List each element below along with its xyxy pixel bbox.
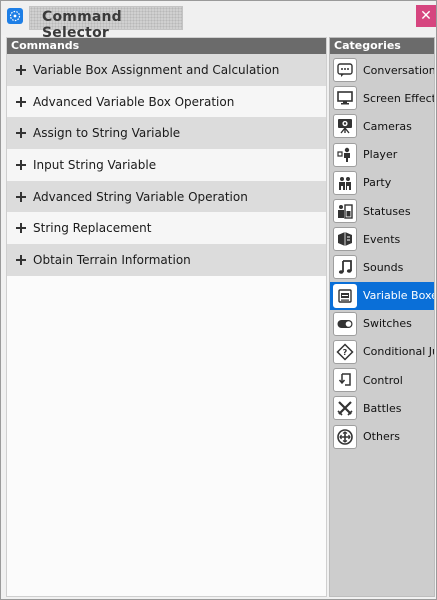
category-statuses[interactable]: Statuses — [330, 197, 434, 225]
category-label: Statuses — [363, 204, 411, 218]
category-label: Control — [363, 373, 403, 387]
command-item[interactable]: Variable Box Assignment and Calculation — [7, 54, 326, 86]
category-label: Variable Boxe — [363, 289, 435, 303]
category-control[interactable]: Control — [330, 366, 434, 394]
command-selector-window: Command Selector ✕ Commands Variable Box… — [0, 0, 437, 600]
plus-icon[interactable] — [16, 191, 26, 202]
category-label: Others — [363, 430, 400, 444]
monitor-icon — [333, 86, 357, 111]
music-note-icon — [333, 255, 357, 280]
toggle-icon — [333, 311, 357, 336]
category-others[interactable]: Others — [330, 422, 434, 450]
category-label: Screen Effects — [363, 91, 435, 105]
category-label: Party — [363, 176, 392, 190]
command-label: Input String Variable — [33, 157, 157, 172]
category-label: Conversation — [363, 63, 435, 77]
category-label: Sounds — [363, 260, 404, 274]
categories-panel: Categories Conversation Screen Effects C… — [329, 37, 435, 597]
categories-list: Conversation Screen Effects Cameras Play… — [330, 54, 434, 451]
category-label: Events — [363, 232, 401, 246]
plus-icon[interactable] — [16, 128, 26, 139]
command-label: Assign to String Variable — [33, 126, 181, 141]
category-label: Conditional Ju — [363, 345, 435, 359]
variable-box-icon — [333, 283, 357, 308]
command-item[interactable]: Input String Variable — [7, 149, 326, 181]
title-bar[interactable]: Command Selector ✕ — [1, 1, 436, 41]
category-sounds[interactable]: Sounds — [330, 253, 434, 281]
category-label: Battles — [363, 401, 402, 415]
category-switches[interactable]: Switches — [330, 310, 434, 338]
command-item[interactable]: String Replacement — [7, 212, 326, 245]
category-screen-effects[interactable]: Screen Effects — [330, 84, 434, 112]
command-item[interactable]: Assign to String Variable — [7, 117, 326, 150]
command-label: Variable Box Assignment and Calculation — [33, 62, 280, 77]
plus-icon[interactable] — [16, 254, 26, 265]
command-label: String Replacement — [33, 221, 152, 236]
commands-panel: Commands Variable Box Assignment and Cal… — [6, 37, 327, 597]
plus-icon[interactable] — [16, 159, 26, 170]
category-label: Cameras — [363, 119, 412, 133]
camera-icon — [333, 114, 357, 139]
commands-header: Commands — [7, 38, 326, 54]
svg-text:?: ? — [343, 348, 348, 357]
category-conversation[interactable]: Conversation — [330, 56, 434, 84]
status-icon — [333, 199, 357, 224]
conditional-icon: ? — [333, 339, 357, 364]
category-battles[interactable]: Battles — [330, 394, 434, 422]
title-plate: Command Selector — [29, 6, 183, 41]
command-item[interactable]: Obtain Terrain Information — [7, 244, 326, 276]
command-label: Advanced Variable Box Operation — [33, 94, 235, 109]
others-icon — [333, 424, 357, 449]
app-icon — [7, 8, 23, 24]
plus-icon[interactable] — [16, 64, 26, 75]
player-icon — [333, 142, 357, 167]
category-cameras[interactable]: Cameras — [330, 112, 434, 140]
command-item[interactable]: Advanced Variable Box Operation — [7, 85, 326, 118]
category-party[interactable]: Party — [330, 169, 434, 197]
command-item[interactable]: Advanced String Variable Operation — [7, 180, 326, 213]
control-icon — [333, 368, 357, 393]
category-events[interactable]: Events — [330, 225, 434, 253]
category-conditional-judgment[interactable]: ? Conditional Ju — [330, 338, 434, 366]
plus-icon[interactable] — [16, 223, 26, 234]
battle-icon — [333, 396, 357, 421]
category-label: Switches — [363, 317, 412, 331]
category-player[interactable]: Player — [330, 141, 434, 169]
category-variable-boxes[interactable]: Variable Boxe — [330, 281, 435, 310]
command-label: Advanced String Variable Operation — [33, 189, 248, 204]
speech-bubble-icon — [333, 58, 357, 83]
plus-icon[interactable] — [16, 96, 26, 107]
close-icon: ✕ — [420, 8, 432, 24]
party-icon — [333, 170, 357, 195]
events-icon — [333, 227, 357, 252]
close-button[interactable]: ✕ — [416, 5, 436, 27]
category-label: Player — [363, 148, 398, 162]
categories-header: Categories — [330, 38, 434, 54]
command-label: Obtain Terrain Information — [33, 252, 191, 267]
commands-list: Variable Box Assignment and Calculation … — [7, 54, 326, 276]
